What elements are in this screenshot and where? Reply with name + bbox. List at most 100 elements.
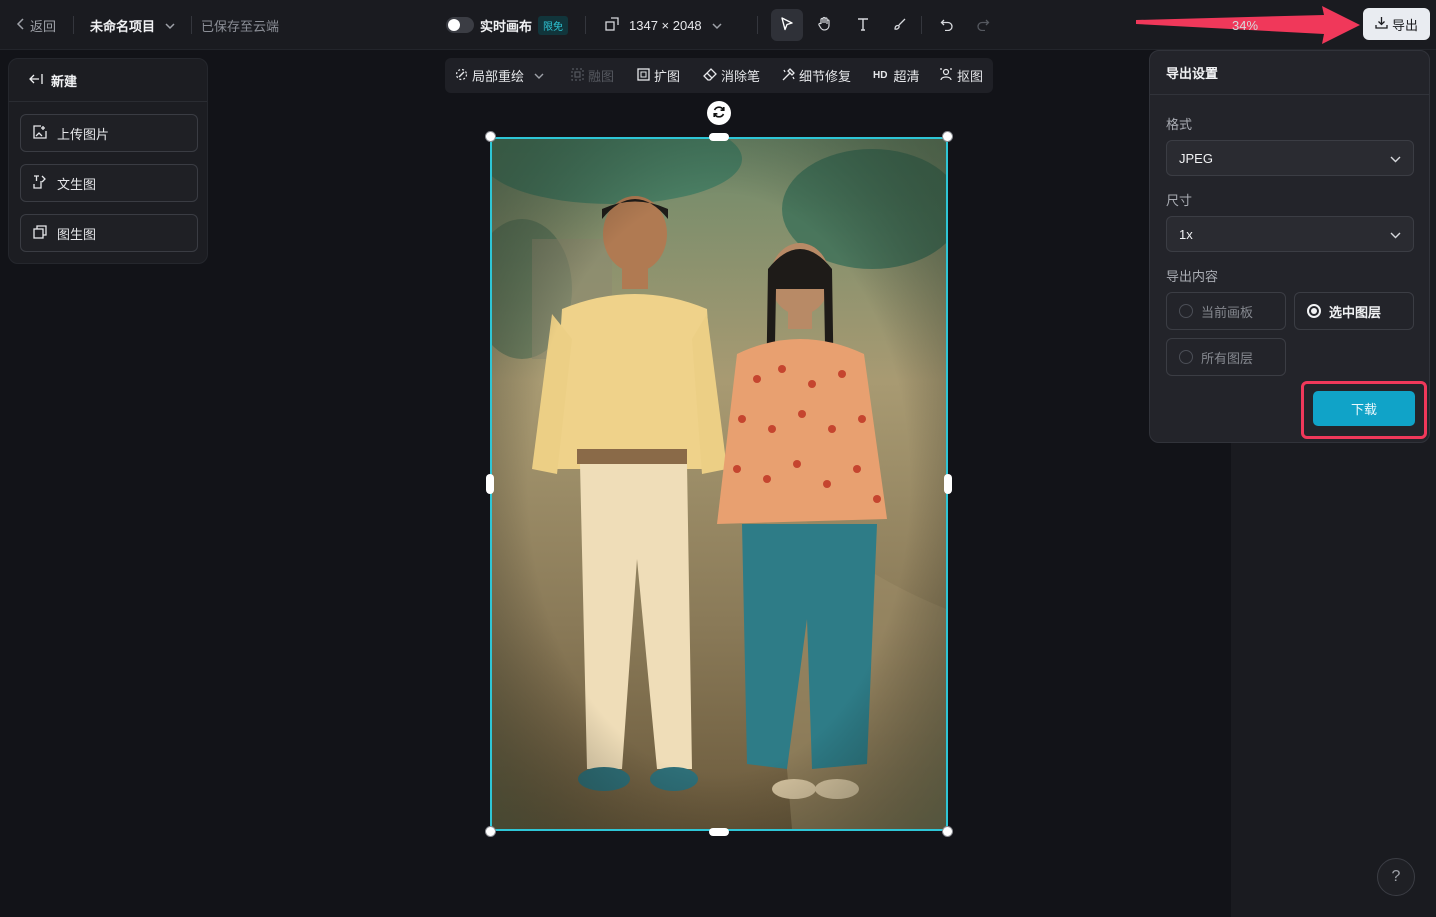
divider	[585, 16, 586, 34]
option-selected-layer[interactable]: 选中图层	[1294, 292, 1414, 330]
export-button[interactable]: 导出	[1363, 8, 1430, 40]
vintage-couple-photo	[492, 139, 946, 829]
resize-handle-top[interactable]	[709, 133, 729, 141]
export-label: 导出	[1391, 17, 1418, 33]
size-select[interactable]: 1x	[1166, 216, 1414, 252]
detail-repair-label: 细节修复	[799, 69, 852, 84]
brush-tool-button[interactable]	[884, 9, 916, 41]
image-to-image-label: 图生图	[57, 226, 97, 242]
eraser-label: 消除笔	[721, 69, 761, 84]
redo-icon	[976, 17, 990, 34]
chevron-down-icon	[1390, 227, 1401, 242]
inpaint-button[interactable]: 局部重绘	[455, 58, 544, 93]
option-all-layers[interactable]: 所有图层	[1166, 338, 1286, 376]
saved-status: 已保存至云端	[201, 18, 280, 34]
chevron-down-icon	[165, 18, 175, 33]
canvas-size: 1347 × 2048	[629, 17, 702, 33]
image-to-image-icon	[33, 224, 47, 242]
realtime-canvas-toggle[interactable]: 实时画布 限免	[446, 0, 569, 50]
option-label: 所有图层	[1201, 350, 1254, 366]
undo-icon	[940, 17, 954, 34]
blend-icon	[571, 67, 584, 84]
resize-handle-bottom-left[interactable]	[485, 826, 496, 837]
cutout-icon	[939, 67, 953, 84]
text-tool-button[interactable]	[847, 9, 879, 41]
selected-image-layer[interactable]	[490, 137, 948, 831]
brush-icon	[893, 17, 907, 34]
download-button[interactable]: 下载	[1313, 391, 1415, 426]
download-icon	[1375, 16, 1388, 32]
option-label: 当前画板	[1201, 304, 1254, 320]
option-label: 选中图层	[1329, 304, 1382, 320]
chevron-down-icon	[534, 68, 544, 83]
blend-button[interactable]: 融图	[571, 58, 614, 93]
super-resolution-button[interactable]: HD 超清	[873, 58, 919, 93]
divider	[73, 16, 74, 34]
super-resolution-label: 超清	[893, 69, 920, 84]
image-to-image-button[interactable]: 图生图	[20, 214, 198, 252]
rotate-handle[interactable]	[707, 101, 731, 125]
inpaint-icon	[455, 68, 468, 84]
chevron-down-icon	[1390, 151, 1401, 166]
select-tool-button[interactable]	[771, 9, 803, 41]
collapse-icon	[29, 73, 43, 88]
blend-label: 融图	[588, 69, 615, 84]
format-label: 格式	[1166, 117, 1193, 132]
redo-button[interactable]	[967, 9, 999, 41]
create-header[interactable]: 新建	[9, 59, 207, 102]
upload-image-button[interactable]: 上传图片	[20, 114, 198, 152]
hd-icon: HD	[873, 70, 888, 81]
upload-image-label: 上传图片	[57, 126, 110, 142]
eraser-button[interactable]: 消除笔	[703, 58, 760, 93]
cutout-button[interactable]: 抠图	[939, 58, 983, 93]
radio-dot	[1179, 350, 1193, 364]
export-settings-title: 导出设置	[1150, 51, 1429, 95]
resize-handle-top-left[interactable]	[485, 131, 496, 142]
expand-button[interactable]: 扩图	[637, 58, 680, 93]
option-current-board[interactable]: 当前画板	[1166, 292, 1286, 330]
top-bar: 返回 未命名项目 已保存至云端 实时画布 限免 1347 × 2048 34% …	[0, 0, 1436, 50]
text-icon	[856, 17, 870, 34]
eraser-icon	[703, 67, 717, 84]
cursor-icon	[780, 16, 794, 34]
create-panel: 新建 上传图片 文生图 图生图	[8, 58, 208, 264]
cutout-label: 抠图	[957, 69, 984, 84]
text-to-image-label: 文生图	[57, 176, 97, 192]
undo-button[interactable]	[931, 9, 963, 41]
text-to-image-button[interactable]: 文生图	[20, 164, 198, 202]
resize-handle-left[interactable]	[486, 474, 494, 494]
expand-icon	[637, 67, 650, 84]
radio-dot	[1179, 304, 1193, 318]
project-name: 未命名项目	[90, 18, 156, 34]
resize-handle-bottom[interactable]	[709, 828, 729, 836]
free-badge: 限免	[538, 15, 569, 35]
zoom-level[interactable]: 34%	[1232, 0, 1258, 50]
toggle-switch[interactable]	[446, 17, 474, 33]
canvas-size-dropdown[interactable]: 1347 × 2048	[605, 0, 722, 50]
content-label: 导出内容	[1166, 269, 1219, 284]
divider	[921, 16, 922, 34]
rotate-icon	[712, 105, 726, 122]
chevron-down-icon	[712, 18, 722, 33]
help-button[interactable]: ?	[1377, 858, 1415, 896]
realtime-label: 实时画布	[480, 18, 533, 34]
format-select[interactable]: JPEG	[1166, 140, 1414, 176]
back-button[interactable]: 返回	[16, 0, 56, 50]
resize-handle-top-right[interactable]	[942, 131, 953, 142]
project-name-dropdown[interactable]: 未命名项目	[90, 0, 175, 50]
text-to-image-icon	[33, 174, 47, 192]
divider	[191, 16, 192, 34]
back-label: 返回	[30, 18, 57, 34]
hand-tool-button[interactable]	[808, 9, 840, 41]
upload-image-icon	[33, 124, 47, 142]
inpaint-label: 局部重绘	[472, 69, 525, 84]
resize-handle-right[interactable]	[944, 474, 952, 494]
detail-repair-button[interactable]: 细节修复	[782, 58, 851, 93]
resize-icon	[605, 16, 619, 34]
format-value: JPEG	[1179, 150, 1213, 166]
repair-icon	[782, 67, 795, 84]
radio-dot	[1307, 304, 1321, 318]
resize-handle-bottom-right[interactable]	[942, 826, 953, 837]
chevron-left-icon	[16, 17, 26, 33]
edit-toolbar: 局部重绘 融图 扩图 消除笔 细节修复 HD 超清 抠图	[445, 58, 993, 93]
